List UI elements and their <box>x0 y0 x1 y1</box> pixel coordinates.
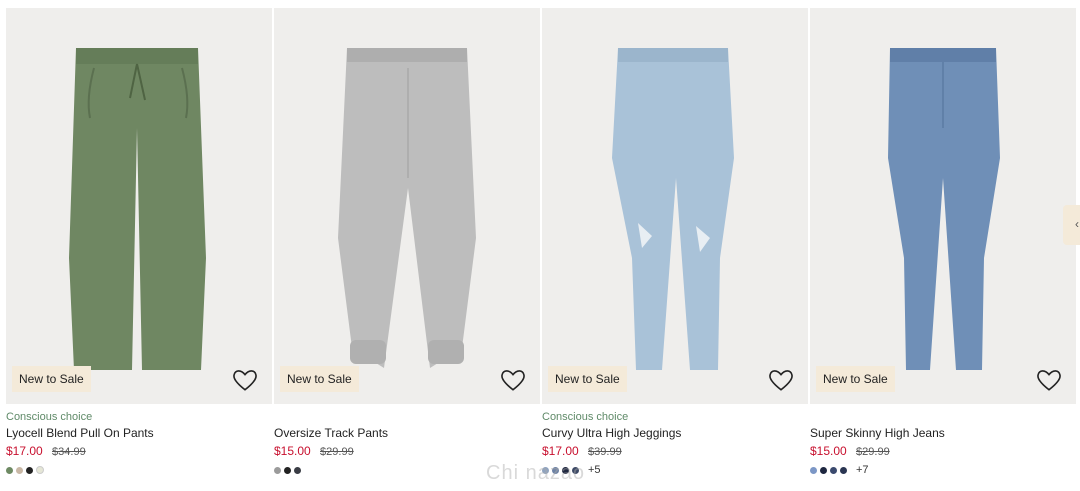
color-swatch[interactable] <box>840 466 847 474</box>
pants-illustration <box>69 48 206 370</box>
color-swatch[interactable] <box>284 466 291 474</box>
color-swatch[interactable] <box>16 466 23 474</box>
color-swatch[interactable] <box>810 466 817 474</box>
sale-price: $15.00 <box>274 444 311 458</box>
color-swatch[interactable] <box>820 466 827 474</box>
color-swatch[interactable] <box>274 466 281 474</box>
product-name[interactable]: Oversize Track Pants <box>274 424 540 442</box>
product-meta: Conscious choice Lyocell Blend Pull On P… <box>6 410 272 478</box>
conscious-choice-label: Conscious choice <box>6 411 93 423</box>
jeans-illustration <box>888 48 1000 370</box>
conscious-choice-label <box>810 410 1076 424</box>
product-meta: Super Skinny High Jeans $15.00 $29.99 +7 <box>810 410 1076 478</box>
more-colors-count[interactable]: +5 <box>588 464 601 476</box>
conscious-choice-label <box>274 410 540 424</box>
color-swatch[interactable] <box>830 466 837 474</box>
carousel-next-button[interactable]: ‹ <box>1063 205 1080 245</box>
product-name[interactable]: Super Skinny High Jeans <box>810 424 1076 442</box>
original-price: $39.99 <box>588 446 622 458</box>
product-image[interactable]: New to Sale <box>542 8 808 404</box>
price-row: $15.00 $29.99 <box>810 442 1076 460</box>
jeans-illustration <box>612 48 734 370</box>
sale-price: $17.00 <box>6 444 43 458</box>
product-grid-page: New to Sale Conscious choice Lyocell Ble… <box>0 0 1080 491</box>
sale-badge: New to Sale <box>816 366 895 392</box>
price-row: $15.00 $29.99 <box>274 442 540 460</box>
watermark: Chi nazao <box>486 462 586 484</box>
heart-icon[interactable] <box>1036 368 1062 392</box>
sale-price: $17.00 <box>542 444 579 458</box>
price-row: $17.00 $39.99 <box>542 442 808 460</box>
sale-badge: New to Sale <box>280 366 359 392</box>
color-swatch[interactable] <box>294 466 301 474</box>
product-name[interactable]: Lyocell Blend Pull On Pants <box>6 424 272 442</box>
color-swatch[interactable] <box>36 466 44 474</box>
conscious-choice-label: Conscious choice <box>542 411 629 423</box>
color-swatch[interactable] <box>6 466 13 474</box>
pants-illustration <box>338 48 476 368</box>
product-name[interactable]: Curvy Ultra High Jeggings <box>542 424 808 442</box>
heart-icon[interactable] <box>768 368 794 392</box>
product-card[interactable]: New to Sale Super Skinny High Jeans $15.… <box>810 8 1076 491</box>
product-image[interactable]: New to Sale <box>810 8 1076 404</box>
original-price: $29.99 <box>320 446 354 458</box>
sale-price: $15.00 <box>810 444 847 458</box>
color-swatch[interactable] <box>26 466 33 474</box>
heart-icon[interactable] <box>232 368 258 392</box>
color-swatches <box>6 462 272 478</box>
original-price: $34.99 <box>52 446 86 458</box>
product-image[interactable]: New to Sale <box>6 8 272 404</box>
product-image[interactable]: New to Sale <box>274 8 540 404</box>
product-card[interactable]: New to Sale Oversize Track Pants $15.00 … <box>274 8 540 491</box>
product-card[interactable]: New to Sale Conscious choice Lyocell Ble… <box>6 8 272 491</box>
more-colors-count[interactable]: +7 <box>856 464 869 476</box>
sale-badge: New to Sale <box>12 366 91 392</box>
product-card[interactable]: New to Sale Conscious choice Curvy Ultra… <box>542 8 808 491</box>
price-row: $17.00 $34.99 <box>6 442 272 460</box>
chevron-right-icon: ‹ <box>1075 217 1079 231</box>
original-price: $29.99 <box>856 446 890 458</box>
color-swatches: +7 <box>810 462 1076 478</box>
heart-icon[interactable] <box>500 368 526 392</box>
sale-badge: New to Sale <box>548 366 627 392</box>
